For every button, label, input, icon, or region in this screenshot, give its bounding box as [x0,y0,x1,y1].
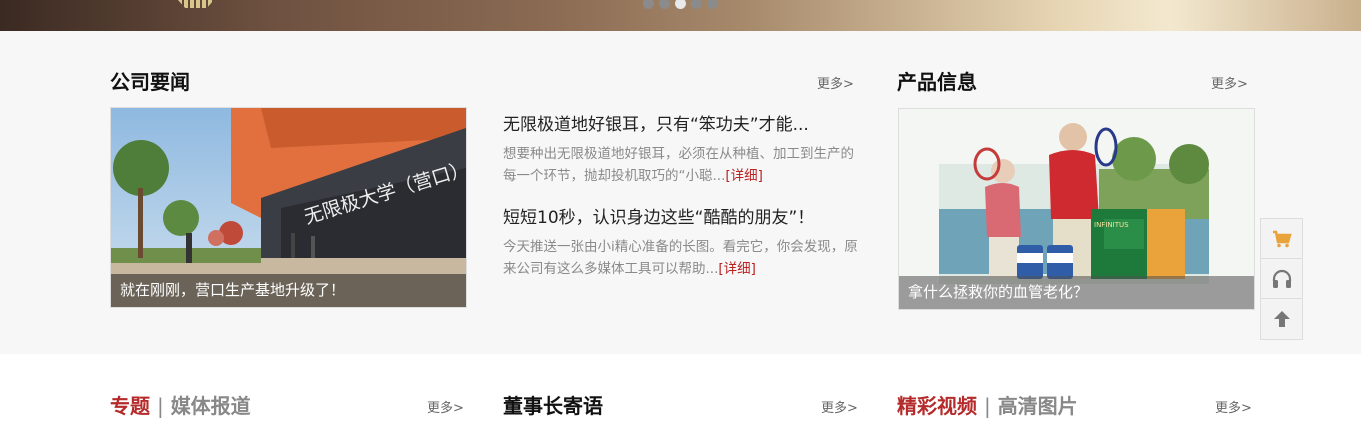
product-box-label: INFINITUS [1094,221,1129,229]
slider-dot[interactable] [691,0,702,9]
company-news-more-link[interactable]: 更多> [817,73,854,92]
company-news-photo-caption: 就在刚刚，营口生产基地升级了！ [111,274,466,307]
slider-dot-active[interactable] [675,0,686,9]
news-item-title[interactable]: 无限极道地好银耳，只有“笨功夫”才能... [503,110,809,135]
product-info-photo[interactable]: INFINITUS 拿什么拯救你的血管老化？ [898,108,1255,310]
product-info-photo-caption: 拿什么拯救你的血管老化？ [899,276,1254,309]
company-news-title: 公司要闻 [110,70,190,94]
customer-service-button[interactable] [1261,259,1302,299]
news-item-detail-link[interactable]: [详细] [718,261,756,277]
topics-more-link[interactable]: 更多> [427,397,464,416]
news-item-desc-text: 今天推送一张由小i精心准备的长图。看完它，你会发现，原来公司有这么多媒体工具可以… [503,239,858,277]
cart-icon [1272,230,1292,247]
slider-dot[interactable] [659,0,670,9]
tab-separator: | [983,394,991,418]
tab-media-reports[interactable]: 媒体报道 [171,394,251,418]
videos-more-link[interactable]: 更多> [1215,397,1252,416]
tab-hd-pictures[interactable]: 高清图片 [998,394,1078,418]
company-news-photo[interactable]: 无限极大学（营口）校区 就在刚刚，营口生产基地升级了！ [110,107,467,308]
chairman-message-title: 董事长寄语 [503,394,603,418]
tab-group-topics: 专题 | 媒体报道 [110,390,251,419]
slider-dots [643,0,718,9]
tab-group-videos: 精彩视频 | 高清图片 [897,390,1078,419]
slider-dot[interactable] [707,0,718,9]
tab-separator: | [156,394,164,418]
banner-slider[interactable] [0,0,1361,31]
arrow-up-icon [1273,311,1290,327]
news-item-desc: 今天推送一张由小i精心准备的长图。看完它，你会发现，原来公司有这么多媒体工具可以… [503,236,858,280]
news-item-title[interactable]: 短短10秒，认识身边这些“酷酷的朋友”！ [503,203,814,228]
tab-videos[interactable]: 精彩视频 [897,394,977,418]
slider-dot[interactable] [643,0,654,9]
tab-topics[interactable]: 专题 [110,394,150,418]
cart-button[interactable] [1261,219,1302,259]
back-to-top-button[interactable] [1261,299,1302,339]
product-info-title: 产品信息 [897,70,977,94]
headphones-icon [1272,269,1291,288]
chairman-message-more-link[interactable]: 更多> [821,397,858,416]
floating-toolbar [1260,218,1303,340]
product-info-more-link[interactable]: 更多> [1211,73,1248,92]
news-item-desc: 想要种出无限极道地好银耳，必须在从种植、加工到生产的每一个环节，抛却投机取巧的“… [503,143,858,187]
news-item-desc-text: 想要种出无限极道地好银耳，必须在从种植、加工到生产的每一个环节，抛却投机取巧的“… [503,146,854,184]
banner-decoration [178,0,214,8]
news-item-detail-link[interactable]: [详细] [725,168,763,184]
